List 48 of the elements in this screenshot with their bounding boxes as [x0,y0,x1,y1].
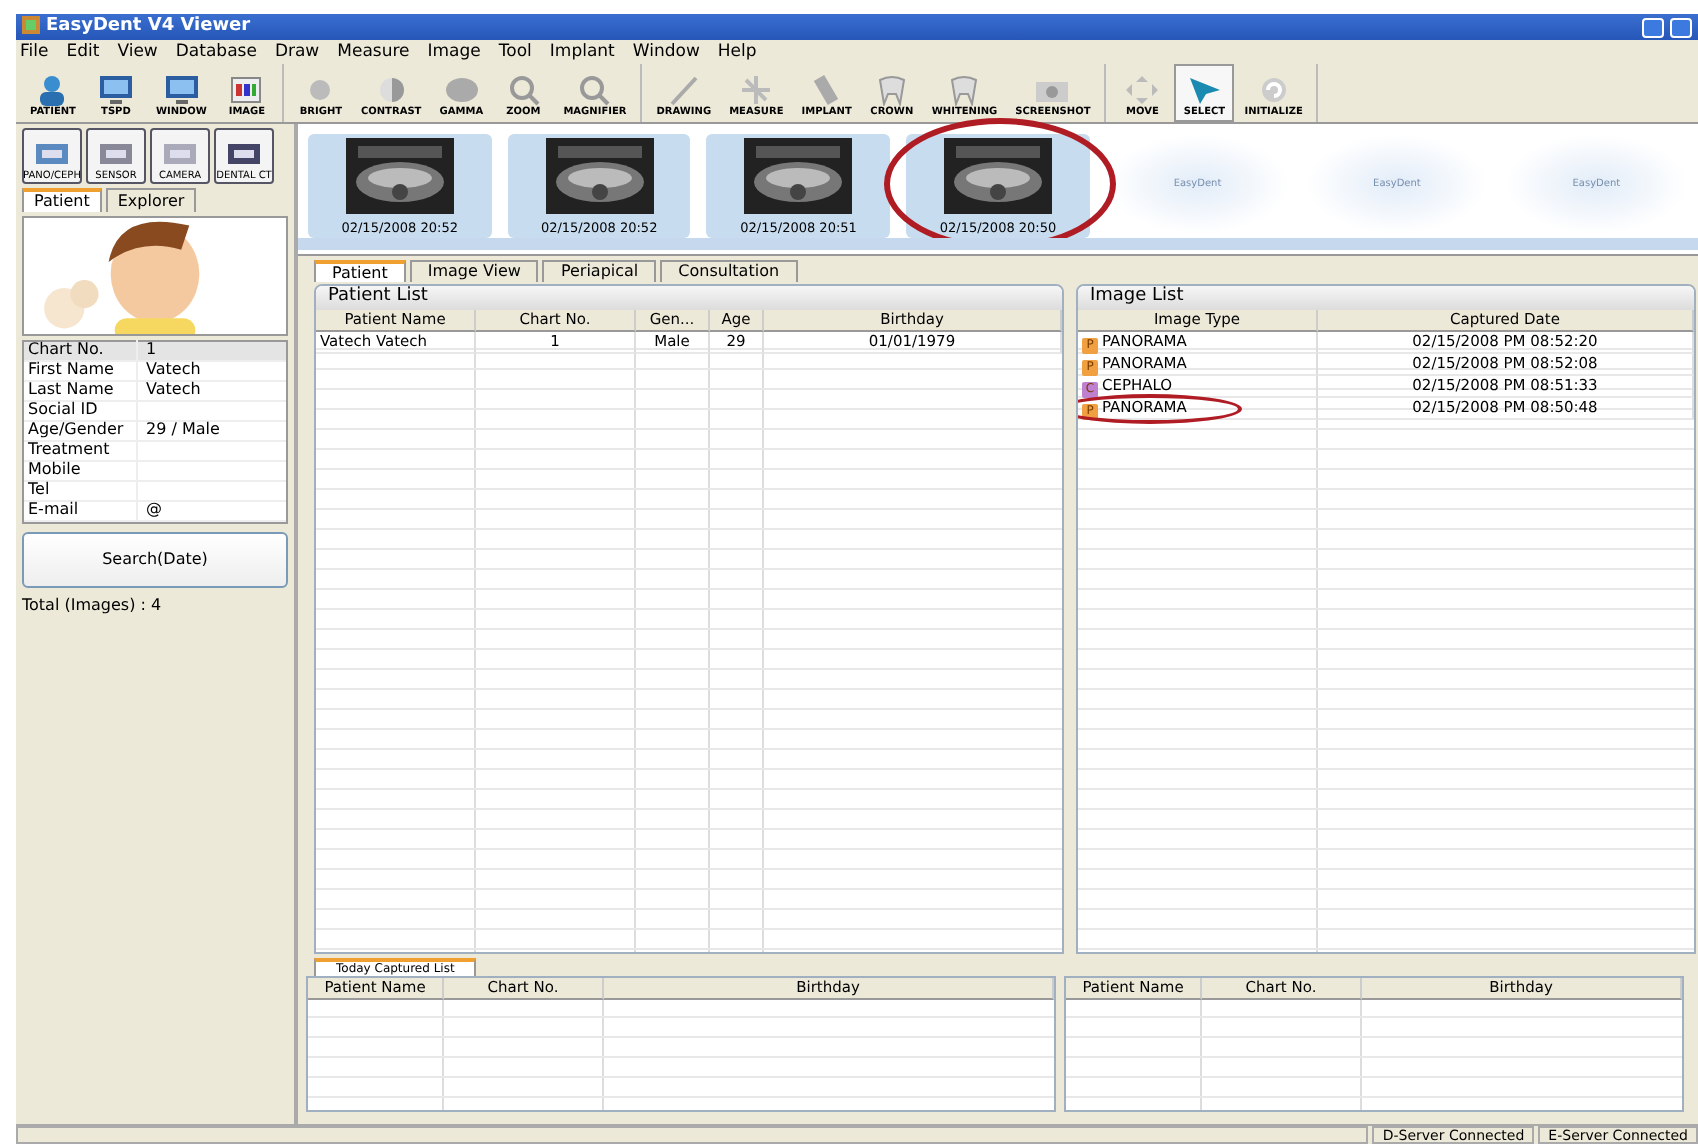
restore-button[interactable] [1670,17,1692,37]
tab[interactable]: Patient [22,188,102,212]
magnifier-icon [574,74,615,106]
field-value: Vatech [144,360,201,380]
cursor-icon [1184,74,1225,106]
menu-item[interactable]: Image [427,41,481,63]
tab[interactable]: Patient [314,260,406,282]
sphere-icon [441,74,482,106]
field-label: Mobile [24,460,138,480]
tab[interactable]: Periapical [542,260,657,282]
window-title: EasyDent V4 Viewer [46,16,251,38]
menu-item[interactable]: View [117,41,158,63]
menu-item[interactable]: Database [175,41,257,63]
field-label: First Name [24,360,138,380]
tab[interactable]: Explorer [105,188,197,212]
menu-item[interactable]: Tool [498,41,532,63]
total-count: Total (Images) : 4 [22,595,164,615]
palette-icon [226,74,267,106]
selected-row[interactable]: Chart No. 1 [24,341,286,362]
tab[interactable]: Image View [409,260,539,282]
menu-item[interactable]: Measure [337,41,410,63]
field-label: Treatment [24,440,138,460]
app-icon [22,16,40,38]
field-value: 29 / Male [144,420,220,440]
menu-item[interactable]: Draw [274,41,320,63]
move-icon [1122,74,1163,106]
panel-title: Patient List [316,286,1062,310]
menu-item[interactable]: Window [632,41,700,63]
menu-item[interactable]: Implant [549,41,615,63]
menu-item[interactable]: Edit [66,41,100,63]
minimize-button[interactable] [1642,17,1664,37]
field-label: Tel [24,480,138,500]
field-value: 1 [144,340,157,360]
monitor-icon [161,74,202,106]
menu-item[interactable]: Help [717,41,757,63]
tab[interactable]: Consultation [660,260,798,282]
search-button[interactable]: Search(Date) [22,531,288,588]
field-label: Age/Gender [24,420,138,440]
field-label: Social ID [24,400,138,420]
monitor-icon [95,74,136,106]
field-label: E-mail [24,500,138,520]
field-label: Last Name [24,380,138,400]
menu-item[interactable]: File [20,41,49,63]
field-value: @ [144,500,162,520]
field-label: Chart No. [24,340,138,360]
scrollbar[interactable] [298,238,1698,250]
field-value: Vatech [144,380,201,400]
panel-title: Image List [1078,286,1694,310]
